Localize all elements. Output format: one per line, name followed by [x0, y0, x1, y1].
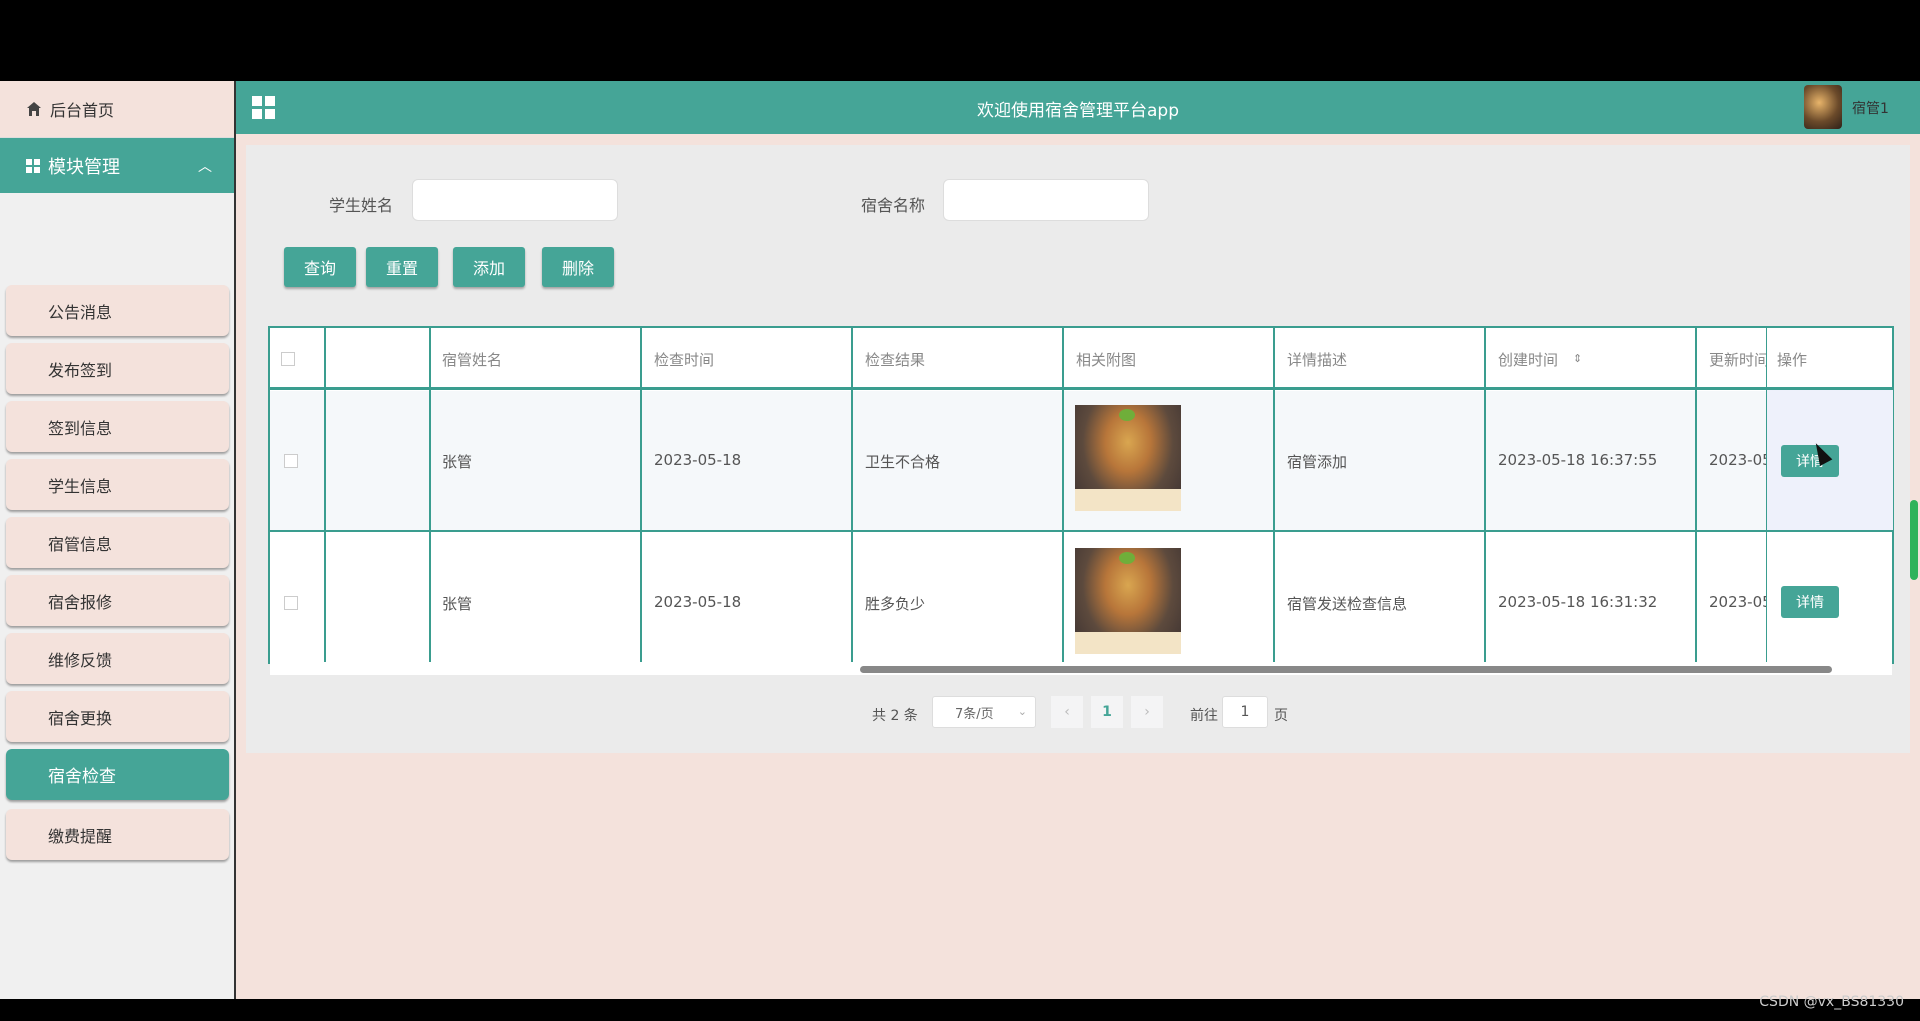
inspection-table: 宿管姓名 检查时间 检查结果 相关附图 详情描述 创建时间 ⇕ 更新时间 张管 …: [268, 326, 1894, 675]
sort-icon[interactable]: ⇕: [1573, 352, 1582, 365]
delete-button[interactable]: 删除: [542, 247, 614, 287]
column-divider: [1062, 328, 1064, 662]
cell-created: 2023-05-18 16:37:55: [1498, 451, 1658, 469]
cell-check-result: 卫生不合格: [865, 453, 941, 471]
dorm-name-input[interactable]: [943, 179, 1149, 221]
sidebar-item-label: 公告消息: [48, 302, 113, 322]
sidebar-item-managers[interactable]: 宿管信息: [6, 517, 229, 568]
query-button[interactable]: 查询: [284, 247, 356, 287]
pagination-total: 共 2 条: [872, 708, 918, 724]
student-name-label: 学生姓名: [329, 196, 394, 215]
row-checkbox[interactable]: [284, 454, 298, 468]
column-divider: [1695, 328, 1697, 662]
column-divider: [640, 328, 642, 662]
cell-check-result: 胜多负少: [865, 595, 926, 613]
inspection-image[interactable]: [1075, 548, 1181, 654]
column-divider: [1273, 328, 1275, 662]
select-all-checkbox[interactable]: [281, 352, 295, 366]
sidebar-item-label: 宿舍报修: [48, 592, 113, 612]
table-row: 张管 2023-05-18 胜多负少 宿管发送检查信息 2023-05-18 1…: [270, 534, 1892, 675]
sidebar-item-repair-feedback[interactable]: 维修反馈: [6, 633, 229, 684]
grid-icon: [26, 158, 40, 173]
header-actions: 操作: [1777, 351, 1808, 369]
cell-check-time: 2023-05-18: [654, 451, 742, 469]
prev-page-button[interactable]: ‹: [1051, 696, 1083, 728]
sidebar-item-label: 发布签到: [48, 360, 113, 380]
next-page-button[interactable]: ›: [1131, 696, 1163, 728]
chevron-down-icon: ⌄: [1017, 705, 1027, 718]
page-number-button[interactable]: 1: [1091, 696, 1123, 728]
detail-button[interactable]: 详情: [1781, 586, 1839, 618]
header-check-time: 检查时间: [654, 351, 715, 369]
header-updated: 更新时间: [1709, 351, 1770, 369]
sidebar-item-label: 学生信息: [48, 476, 113, 496]
cell-description: 宿管添加: [1287, 453, 1348, 471]
sidebar-item-dorm-inspection[interactable]: 宿舍检查: [6, 749, 229, 800]
actions-column: 操作 详情 详情: [1766, 328, 1893, 662]
cell-created: 2023-05-18 16:31:32: [1498, 593, 1658, 611]
cell-check-time: 2023-05-18: [654, 593, 742, 611]
sidebar-group-label: 模块管理: [48, 156, 120, 178]
column-divider: [429, 328, 431, 662]
sidebar-item-label: 宿舍检查: [48, 767, 116, 787]
sidebar-item-publish-signin[interactable]: 发布签到: [6, 343, 229, 394]
sidebar-item-label: 维修反馈: [48, 650, 113, 670]
detail-button[interactable]: 详情: [1781, 445, 1839, 477]
sidebar-item-students[interactable]: 学生信息: [6, 459, 229, 510]
column-divider: [1484, 328, 1486, 662]
sidebar: 后台首页 模块管理 ︿ 公告消息 发布签到 签到信息 学生信息 宿管信息 宿舍报…: [0, 81, 236, 999]
sidebar-item-label: 签到信息: [48, 418, 113, 438]
header-manager-name: 宿管姓名: [442, 351, 503, 369]
inspection-image[interactable]: [1075, 405, 1181, 511]
sidebar-item-dorm-change[interactable]: 宿舍更换: [6, 691, 229, 742]
cell-manager-name: 张管: [442, 595, 473, 613]
column-divider: [851, 328, 853, 662]
sidebar-group-modules[interactable]: 模块管理 ︿: [0, 138, 234, 193]
user-name[interactable]: 宿管1: [1852, 98, 1889, 118]
student-name-input[interactable]: [412, 179, 618, 221]
sidebar-item-repair[interactable]: 宿舍报修: [6, 575, 229, 626]
cell-description: 宿管发送检查信息: [1287, 595, 1408, 613]
app-title: 欢迎使用宿舍管理平台app: [977, 101, 1179, 121]
sidebar-item-label: 缴费提醒: [48, 826, 113, 846]
header-description: 详情描述: [1287, 351, 1348, 369]
avatar[interactable]: [1804, 85, 1842, 129]
add-button[interactable]: 添加: [453, 247, 525, 287]
row-checkbox[interactable]: [284, 596, 298, 610]
header-image: 相关附图: [1076, 351, 1137, 369]
goto-suffix: 页: [1274, 708, 1288, 724]
sidebar-item-payment-reminder[interactable]: 缴费提醒: [6, 809, 229, 860]
sidebar-item-announcements[interactable]: 公告消息: [6, 285, 229, 336]
dorm-name-label: 宿舍名称: [861, 196, 926, 215]
main-panel: 学生姓名 宿舍名称 查询 重置 添加 删除 宿管姓名 检查时间 检查结果 相关附…: [246, 145, 1910, 753]
horizontal-scrollbar[interactable]: [860, 666, 1832, 673]
cell-manager-name: 张管: [442, 453, 473, 471]
header-check-result: 检查结果: [865, 351, 926, 369]
sidebar-item-signin-info[interactable]: 签到信息: [6, 401, 229, 452]
page-size-value: 7条/页: [955, 706, 994, 722]
watermark: CSDN @vx_BS81330: [1759, 994, 1904, 1010]
vertical-scrollbar[interactable]: [1910, 500, 1918, 580]
chevron-up-icon: ︿: [198, 159, 212, 175]
goto-label: 前往: [1190, 708, 1218, 724]
page-size-select[interactable]: 7条/页 ⌄: [932, 696, 1036, 728]
column-divider: [324, 328, 326, 662]
sidebar-item-home[interactable]: 后台首页: [0, 81, 234, 138]
table-row: 张管 2023-05-18 卫生不合格 宿管添加 2023-05-18 16:3…: [270, 391, 1892, 532]
sidebar-home-label: 后台首页: [50, 101, 115, 120]
sidebar-item-label: 宿管信息: [48, 534, 113, 554]
app-root: 后台首页 模块管理 ︿ 公告消息 发布签到 签到信息 学生信息 宿管信息 宿舍报…: [0, 81, 1920, 999]
sidebar-item-label: 宿舍更换: [48, 708, 113, 728]
top-bar: 欢迎使用宿舍管理平台app 宿管1: [236, 81, 1920, 134]
header-created[interactable]: 创建时间: [1498, 349, 1558, 370]
table-header: 宿管姓名 检查时间 检查结果 相关附图 详情描述 创建时间 ⇕ 更新时间: [270, 328, 1892, 390]
goto-page-input[interactable]: 1: [1222, 696, 1268, 728]
home-icon: [27, 102, 41, 116]
reset-button[interactable]: 重置: [366, 247, 438, 287]
